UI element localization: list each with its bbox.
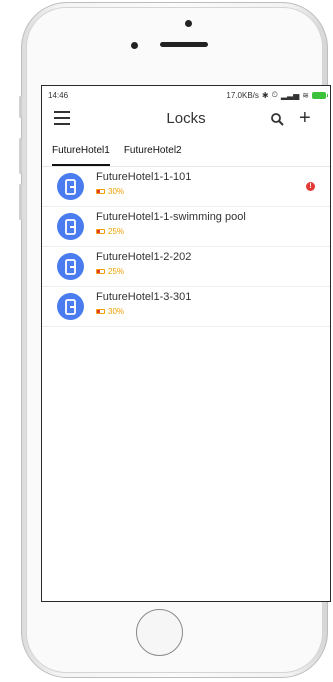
status-time: 14:46 [48, 90, 69, 100]
lock-battery: 25% [96, 227, 246, 236]
lock-icon [57, 293, 84, 320]
status-bar: 14:46 17.0KB/s ✱ ⏲ ▂▃▅ ≋ [42, 86, 330, 104]
alert-icon: ! [306, 182, 315, 191]
battery-level: 25% [108, 227, 125, 236]
add-icon[interactable]: + [299, 108, 311, 128]
lock-battery: 25% [96, 267, 191, 276]
lock-name: FutureHotel1-2-202 [96, 251, 192, 263]
hotel-tabs: FutureHotel1 FutureHotel2 [42, 136, 330, 167]
front-camera [131, 42, 138, 49]
battery-icon [312, 91, 328, 99]
status-icons: 17.0KB/s ✱ ⏲ ▂▃▅ ≋ [226, 90, 328, 100]
battery-icon [96, 189, 105, 194]
search-icon[interactable] [270, 112, 284, 126]
earpiece-speaker [160, 42, 208, 47]
bluetooth-icon: ✱ [261, 90, 269, 100]
lock-icon [57, 253, 84, 280]
lock-list: FutureHotel1-1-101 30% ! FutureHotel1-1-… [42, 167, 330, 327]
volume-up-button [19, 138, 22, 174]
lock-name: FutureHotel1-1-101 [96, 171, 192, 183]
home-button[interactable] [136, 609, 183, 656]
lock-name: FutureHotel1-3-301 [96, 291, 192, 303]
alarm-icon: ⏲ [271, 90, 278, 99]
battery-icon [96, 269, 105, 274]
network-speed: 17.0KB/s [226, 90, 259, 100]
list-item[interactable]: FutureHotel1-1-101 30% ! [42, 167, 330, 207]
lock-battery: 30% [96, 187, 191, 196]
tab-futurehotel1[interactable]: FutureHotel1 [52, 136, 110, 166]
tab-futurehotel2[interactable]: FutureHotel2 [124, 136, 182, 166]
mute-switch [19, 96, 22, 118]
top-camera [185, 20, 192, 27]
battery-level: 30% [108, 187, 125, 196]
signal-icon: ▂▃▅ [280, 90, 300, 100]
app-bar: Locks + [42, 104, 330, 132]
lock-name: FutureHotel1-1-swimming pool [96, 211, 246, 223]
lock-icon [57, 173, 84, 200]
lock-icon [57, 213, 84, 240]
list-item[interactable]: FutureHotel1-3-301 30% [42, 287, 330, 327]
battery-icon [96, 229, 105, 234]
phone-screen: 14:46 17.0KB/s ✱ ⏲ ▂▃▅ ≋ Locks + FutureH… [41, 85, 331, 602]
battery-icon [96, 309, 105, 314]
lock-battery: 30% [96, 307, 191, 316]
battery-level: 30% [108, 307, 125, 316]
battery-level: 25% [108, 267, 125, 276]
volume-down-button [19, 184, 22, 220]
list-item[interactable]: FutureHotel1-1-swimming pool 25% [42, 207, 330, 247]
list-item[interactable]: FutureHotel1-2-202 25% [42, 247, 330, 287]
wifi-icon: ≋ [302, 90, 309, 100]
page-title: Locks [166, 110, 206, 127]
